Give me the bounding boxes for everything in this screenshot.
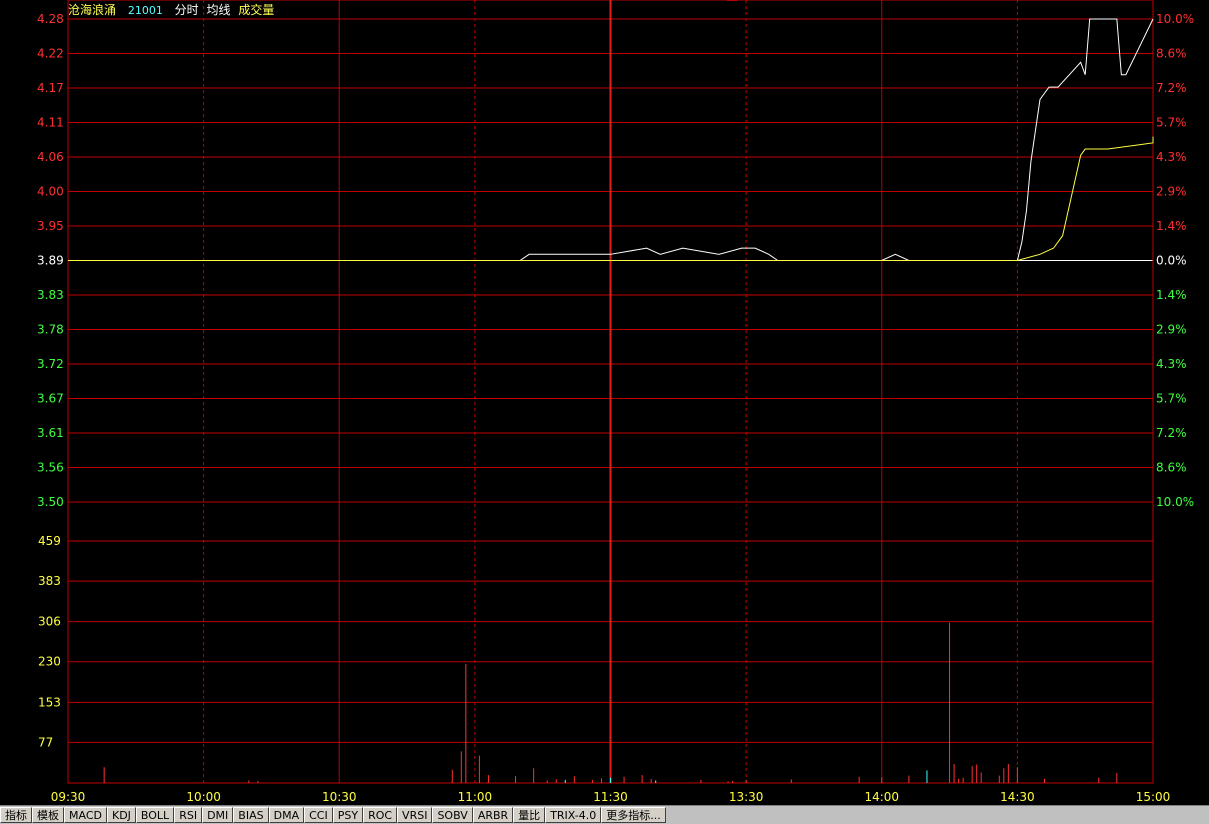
tab-4[interactable]: BOLL (135, 807, 175, 823)
time-tick-label: 15:00 (1136, 790, 1171, 804)
pct-tick-label: 1.4% (1156, 219, 1187, 233)
pct-tick-label: 4.3% (1156, 357, 1187, 371)
pct-tick-label: 8.6% (1156, 461, 1187, 475)
time-tick-label: 11:30 (593, 790, 628, 804)
pct-tick-label: 7.2% (1156, 426, 1187, 440)
tab-17[interactable]: 更多指标... (601, 807, 666, 823)
pct-tick-label: 2.9% (1156, 185, 1187, 199)
price-tick-label: 3.83 (37, 288, 64, 302)
time-tick-label: 10:00 (186, 790, 221, 804)
time-tick-label: 14:30 (1000, 790, 1035, 804)
tab-0[interactable]: 指标 (0, 807, 32, 823)
price-tick-label: 3.56 (37, 461, 64, 475)
price-tick-label: 3.50 (37, 495, 64, 509)
price-tick-label: 3.95 (37, 219, 64, 233)
tab-15[interactable]: 量比 (513, 807, 546, 823)
pct-tick-label: 5.7% (1156, 116, 1187, 130)
pct-tick-label: 7.2% (1156, 81, 1187, 95)
tab-14[interactable]: ARBR (472, 807, 514, 823)
stock-name: 沧海浪涌 (68, 3, 117, 17)
price-tick-label: 3.89 (37, 254, 64, 268)
pct-tick-label: 4.3% (1156, 150, 1187, 164)
tab-5[interactable]: RSI (174, 807, 203, 823)
chart-title-bar: 沧海浪涌 21001 分时 均线 成交量 (68, 3, 282, 17)
price-tick-label: 4.17 (37, 81, 64, 95)
tab-2[interactable]: MACD (64, 807, 107, 823)
pct-tick-label: 10.0% (1156, 12, 1194, 26)
price-tick-label: 4.06 (37, 150, 64, 164)
price-tick-label: 4.11 (37, 116, 64, 130)
chart-mode: 分时 (174, 3, 199, 17)
tab-6[interactable]: DMI (202, 807, 234, 823)
tab-1[interactable]: 模板 (32, 807, 64, 823)
price-tick-label: 4.22 (37, 47, 64, 61)
tab-8[interactable]: DMA (268, 807, 305, 823)
time-tick-label: 10:30 (322, 790, 357, 804)
price-tick-label: 4.28 (37, 12, 64, 26)
tab-7[interactable]: BIAS (233, 807, 269, 823)
time-tick-label: 09:30 (51, 790, 86, 804)
tab-13[interactable]: SOBV (432, 807, 473, 823)
price-tick-label: 3.67 (37, 392, 64, 406)
pct-tick-label: 8.6% (1156, 47, 1187, 61)
tab-3[interactable]: KDJ (106, 807, 136, 823)
pct-tick-label: 1.4% (1156, 288, 1187, 302)
tab-9[interactable]: CCI (304, 807, 333, 823)
price-tick-label: 3.61 (37, 426, 64, 440)
indicator-tab-bar: 指标 模板 MACD KDJ BOLL RSI DMI BIAS DMA CCI PSY ROC VRS… (0, 805, 1209, 824)
pct-tick-label: 2.9% (1156, 323, 1187, 337)
volume-tick-label: 459 (38, 534, 61, 548)
volume-tick-label: 77 (38, 735, 53, 749)
price-tick-label: 3.72 (37, 357, 64, 371)
pct-tick-label: 10.0% (1156, 495, 1194, 509)
volume-tick-label: 383 (38, 574, 61, 588)
volume-tick-label: 306 (38, 615, 61, 629)
tab-10[interactable]: PSY (332, 807, 364, 823)
time-tick-label: 11:00 (458, 790, 493, 804)
intraday-chart: 4.28 10.0% 4.22 8.6% 4.17 7.2% 4.11 5.7% 4.06 4.3… (37, 0, 1194, 804)
stock-code: 21001 (127, 4, 163, 17)
avg-line-label: 均线 (206, 3, 231, 17)
time-tick-label: 14:00 (864, 790, 899, 804)
tab-11[interactable]: ROC (363, 807, 398, 823)
price-tick-label: 4.00 (37, 185, 64, 199)
time-tick-label: 13:30 (729, 790, 764, 804)
price-tick-label: 3.78 (37, 323, 64, 337)
volume-tick-label: 230 (38, 655, 61, 669)
pct-tick-label: 5.7% (1156, 392, 1187, 406)
tab-12[interactable]: VRSI (397, 807, 433, 823)
tab-16[interactable]: TRIX-4.0 (545, 807, 602, 823)
pct-tick-label: 0.0% (1156, 254, 1187, 268)
volume-tick-label: 153 (38, 695, 61, 709)
volume-label: 成交量 (238, 3, 275, 17)
